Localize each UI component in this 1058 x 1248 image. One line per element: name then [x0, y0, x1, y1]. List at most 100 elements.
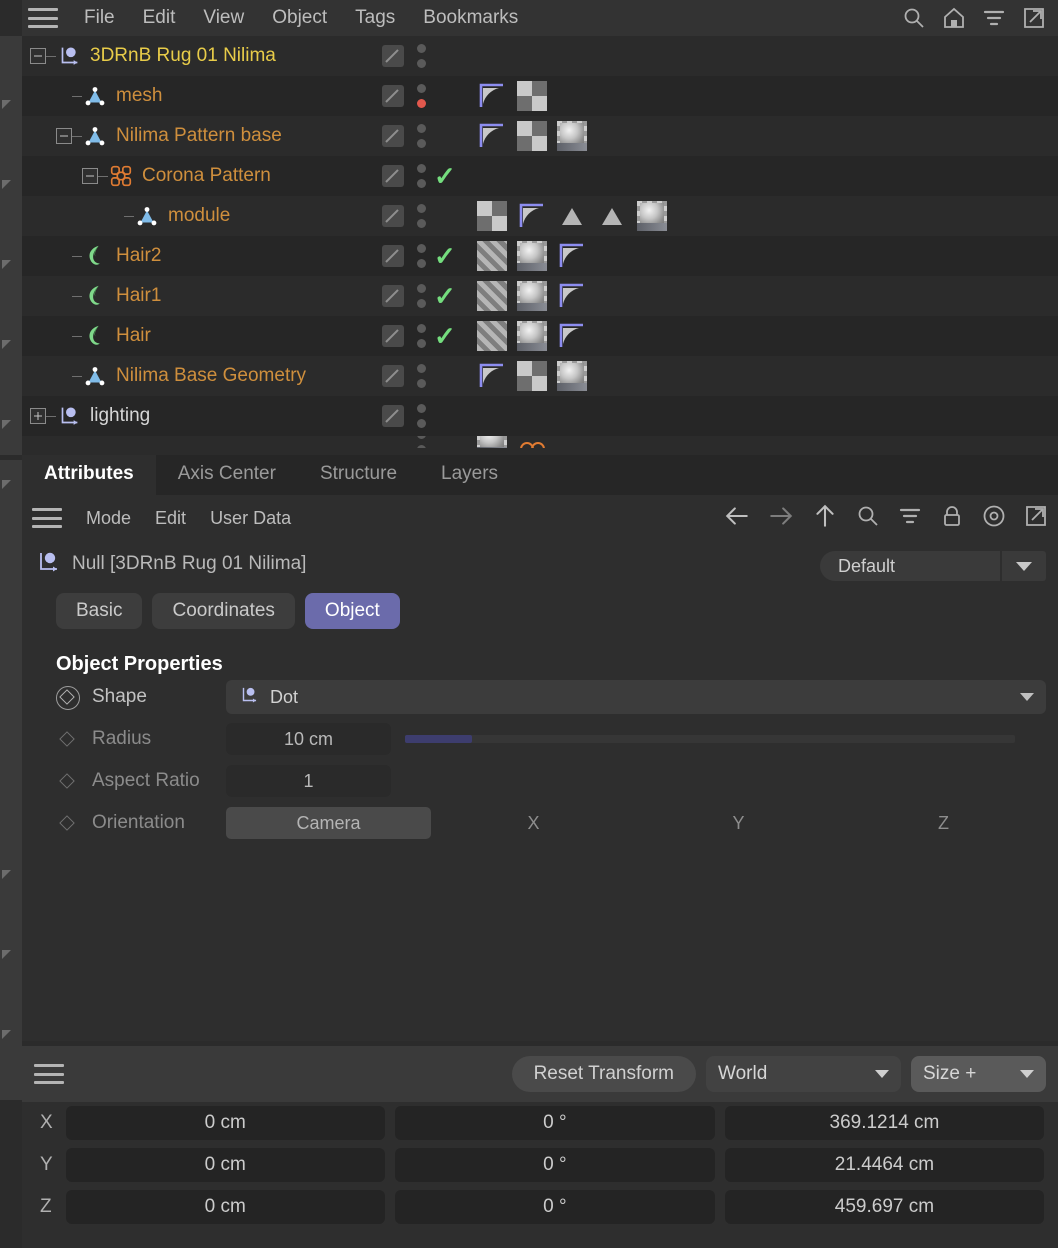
- main-menu-hamburger-icon[interactable]: [28, 8, 58, 28]
- search-icon[interactable]: [856, 504, 880, 533]
- external-link-icon[interactable]: [1024, 504, 1048, 533]
- phong-tag[interactable]: [477, 121, 507, 151]
- reset-transform-button[interactable]: Reset Transform: [511, 1056, 696, 1092]
- home-icon[interactable]: [942, 6, 966, 30]
- pill-object[interactable]: Object: [304, 593, 400, 629]
- visibility-dots[interactable]: [414, 116, 428, 156]
- keyframe-ring-icon[interactable]: [56, 686, 80, 710]
- object-edit-toggle[interactable]: [382, 36, 404, 76]
- edit-icon[interactable]: [382, 325, 404, 347]
- orientation-option-z[interactable]: Z: [841, 807, 1046, 839]
- selection-tag[interactable]: [557, 201, 587, 231]
- object-edit-toggle[interactable]: [382, 76, 404, 116]
- visibility-dot-render[interactable]: [416, 339, 426, 348]
- object-edit-toggle[interactable]: [382, 116, 404, 156]
- visibility-dots[interactable]: [414, 276, 428, 316]
- hair-material-tag[interactable]: [477, 241, 507, 271]
- visibility-dot-editor[interactable]: [416, 244, 426, 253]
- filter-icon[interactable]: [898, 504, 922, 533]
- attr-menu-mode[interactable]: Mode: [74, 508, 143, 529]
- material-tag[interactable]: [517, 321, 547, 351]
- visibility-dot-render[interactable]: [416, 139, 426, 148]
- checker-tag[interactable]: [517, 361, 547, 391]
- up-arrow-icon[interactable]: [812, 503, 838, 534]
- position-z-input[interactable]: 0 cm: [65, 1190, 385, 1224]
- pill-basic[interactable]: Basic: [56, 593, 143, 629]
- size-z-input[interactable]: 459.697 cm: [724, 1190, 1044, 1224]
- visibility-dot-render[interactable]: [416, 379, 426, 388]
- size-x-input[interactable]: 369.1214 cm: [724, 1106, 1044, 1140]
- visibility-dot-editor[interactable]: [416, 324, 426, 333]
- keyframe-icon[interactable]: [56, 812, 78, 834]
- material-tag[interactable]: [517, 241, 547, 271]
- object-edit-toggle[interactable]: [382, 276, 404, 316]
- visibility-dot-render[interactable]: [416, 419, 426, 428]
- target-icon[interactable]: [982, 504, 1006, 533]
- menu-file[interactable]: File: [70, 7, 129, 29]
- rotation-x-input[interactable]: 0 °: [394, 1106, 715, 1140]
- object-edit-toggle[interactable]: [382, 196, 404, 236]
- object-edit-toggle[interactable]: [382, 316, 404, 356]
- keyframe-icon[interactable]: [56, 770, 78, 792]
- object-edit-toggle[interactable]: [382, 396, 404, 436]
- preset-value[interactable]: Default: [820, 551, 1000, 581]
- tab-attributes[interactable]: Attributes: [22, 455, 156, 495]
- back-arrow-icon[interactable]: [724, 503, 750, 534]
- edit-icon[interactable]: [382, 365, 404, 387]
- visibility-dots[interactable]: [414, 236, 428, 276]
- aspect-ratio-input[interactable]: 1: [226, 765, 391, 797]
- orientation-option-camera[interactable]: Camera: [226, 807, 431, 839]
- visibility-dot-editor[interactable]: [416, 44, 426, 53]
- coordinate-space-select[interactable]: World: [706, 1056, 901, 1092]
- object-row[interactable]: Nilima Base Geometry: [22, 356, 1058, 396]
- preset-dropdown-button[interactable]: [1002, 551, 1046, 581]
- visibility-dot-editor[interactable]: [416, 364, 426, 373]
- object-row[interactable]: module: [22, 196, 1058, 236]
- collapse-expander[interactable]: [82, 168, 98, 184]
- filter-icon[interactable]: [982, 6, 1006, 30]
- visibility-dots[interactable]: [414, 396, 428, 436]
- menu-bookmarks[interactable]: Bookmarks: [409, 7, 532, 29]
- enabled-check-icon[interactable]: ✓: [434, 316, 456, 356]
- shape-dropdown[interactable]: Dot: [226, 680, 1046, 714]
- phong-tag[interactable]: [557, 281, 587, 311]
- enabled-check-icon[interactable]: ✓: [434, 236, 456, 276]
- visibility-dot-editor[interactable]: [416, 284, 426, 293]
- checker-tag[interactable]: [477, 201, 507, 231]
- edit-icon[interactable]: [382, 85, 404, 107]
- checker-tag[interactable]: [517, 121, 547, 151]
- object-row[interactable]: mesh: [22, 76, 1058, 116]
- object-edit-toggle[interactable]: [382, 356, 404, 396]
- visibility-dot-render[interactable]: [416, 299, 426, 308]
- visibility-dot-render[interactable]: [416, 179, 426, 188]
- external-link-icon[interactable]: [1022, 6, 1046, 30]
- attr-menu-edit[interactable]: Edit: [143, 508, 198, 529]
- rotation-z-input[interactable]: 0 °: [394, 1190, 715, 1224]
- object-row[interactable]: Hair2 ✓: [22, 236, 1058, 276]
- visibility-dot-render[interactable]: [416, 99, 426, 108]
- visibility-dot-render[interactable]: [416, 59, 426, 68]
- object-row[interactable]: Hair ✓: [22, 316, 1058, 356]
- visibility-dot-editor[interactable]: [416, 124, 426, 133]
- menu-tags[interactable]: Tags: [341, 7, 409, 29]
- enabled-check-icon[interactable]: ✓: [434, 156, 456, 196]
- radius-input[interactable]: 10 cm: [226, 723, 391, 755]
- edit-icon[interactable]: [382, 245, 404, 267]
- radius-slider[interactable]: [405, 735, 1015, 743]
- visibility-dot-editor[interactable]: [416, 84, 426, 93]
- visibility-dots[interactable]: [414, 156, 428, 196]
- visibility-dot-editor[interactable]: [416, 204, 426, 213]
- rotation-y-input[interactable]: 0 °: [394, 1148, 715, 1182]
- edit-icon[interactable]: [382, 205, 404, 227]
- object-row[interactable]: Hair1 ✓: [22, 276, 1058, 316]
- orientation-option-x[interactable]: X: [431, 807, 636, 839]
- tab-layers[interactable]: Layers: [419, 455, 520, 495]
- orientation-option-y[interactable]: Y: [636, 807, 841, 839]
- menu-object[interactable]: Object: [258, 7, 341, 29]
- collapse-expander[interactable]: [56, 128, 72, 144]
- edit-icon[interactable]: [382, 45, 404, 67]
- tab-axis-center[interactable]: Axis Center: [156, 455, 298, 495]
- phong-tag[interactable]: [557, 321, 587, 351]
- object-row[interactable]: 3DRnB Rug 01 Nilima: [22, 36, 1058, 76]
- menu-edit[interactable]: Edit: [129, 7, 190, 29]
